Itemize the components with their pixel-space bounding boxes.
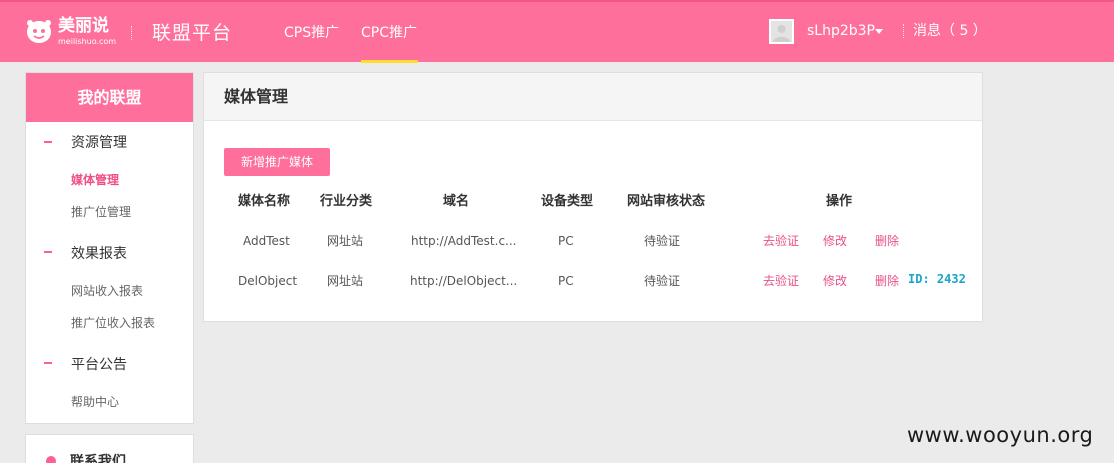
media-name: AddTest xyxy=(243,234,290,248)
top-header: 美丽说 meilishuo.com 联盟平台 CPS推广 CPC推广 sLhp2… xyxy=(0,0,1114,63)
column-header-device: 设备类型 xyxy=(541,194,594,209)
platform-title: 联盟平台 xyxy=(152,22,233,44)
sidebar-item-media[interactable]: 媒体管理 xyxy=(71,171,119,189)
contact-box: 联系我们 xyxy=(25,434,194,463)
site-logo[interactable]: 美丽说 meilishuo.com xyxy=(24,16,124,50)
username[interactable]: sLhp2b3P xyxy=(807,21,875,41)
sidebar-item-adslot[interactable]: 推广位管理 xyxy=(71,203,131,221)
dash-icon xyxy=(44,362,52,364)
column-header-category: 行业分类 xyxy=(320,194,373,209)
sidebar-item-help[interactable]: 帮助中心 xyxy=(71,393,119,411)
delete-link[interactable]: 删除 xyxy=(875,272,899,290)
media-panel: 媒体管理 新增推广媒体 媒体名称 行业分类 域名 设备类型 网站审核状态 操作 … xyxy=(203,72,983,322)
sidebar-title: 我的联盟 xyxy=(26,73,193,122)
media-id-label: ID: 2432 xyxy=(908,272,966,286)
media-status: 待验证 xyxy=(644,234,681,248)
watermark: www.wooyun.org xyxy=(907,423,1094,447)
header-divider xyxy=(903,24,904,38)
person-icon xyxy=(46,456,56,463)
tab-cps[interactable]: CPS推广 xyxy=(284,22,339,44)
logo-text: 美丽说 xyxy=(58,16,109,36)
media-device: PC xyxy=(558,274,574,288)
edit-link[interactable]: 修改 xyxy=(823,232,847,250)
sidebar-item-slot-revenue[interactable]: 推广位收入报表 xyxy=(71,314,155,332)
active-tab-indicator xyxy=(361,60,418,63)
dash-icon xyxy=(44,141,52,143)
tab-cpc[interactable]: CPC推广 xyxy=(361,22,417,44)
column-header-name: 媒体名称 xyxy=(238,194,291,209)
sidebar-group-notices[interactable]: 平台公告 xyxy=(71,355,127,375)
sidebar-group-reports[interactable]: 效果报表 xyxy=(71,244,127,264)
sidebar-group-resource[interactable]: 资源管理 xyxy=(71,133,127,153)
column-header-status: 网站审核状态 xyxy=(627,194,706,209)
media-status: 待验证 xyxy=(644,274,681,288)
verify-link[interactable]: 去验证 xyxy=(763,232,799,250)
media-name: DelObject xyxy=(238,274,298,288)
contact-label[interactable]: 联系我们 xyxy=(70,452,126,463)
meilishuo-logo-icon xyxy=(27,20,51,43)
header-divider xyxy=(131,26,132,40)
caret-down-icon[interactable] xyxy=(875,29,883,34)
verify-link[interactable]: 去验证 xyxy=(763,272,799,290)
avatar-silhouette-icon xyxy=(771,21,792,42)
column-header-actions: 操作 xyxy=(826,194,853,209)
media-device: PC xyxy=(558,234,574,248)
delete-link[interactable]: 删除 xyxy=(875,232,899,250)
add-media-button[interactable]: 新增推广媒体 xyxy=(224,148,330,176)
sidebar: 我的联盟 资源管理 媒体管理 推广位管理 效果报表 网站收入报表 推广位收入报表… xyxy=(25,72,194,424)
media-domain: http://AddTest.c... xyxy=(411,234,517,248)
sidebar-item-site-revenue[interactable]: 网站收入报表 xyxy=(71,282,143,300)
media-category: 网址站 xyxy=(327,274,364,288)
column-header-domain: 域名 xyxy=(443,194,470,209)
media-category: 网址站 xyxy=(327,234,364,248)
logo-subtext: meilishuo.com xyxy=(58,37,117,46)
dash-icon xyxy=(44,251,52,253)
page-title: 媒体管理 xyxy=(224,87,289,106)
panel-header: 媒体管理 xyxy=(204,73,982,121)
media-domain: http://DelObject... xyxy=(410,274,518,288)
user-avatar-icon[interactable] xyxy=(769,19,794,44)
edit-link[interactable]: 修改 xyxy=(823,272,847,290)
messages-link[interactable]: 消息（ 5 ） xyxy=(913,21,987,41)
